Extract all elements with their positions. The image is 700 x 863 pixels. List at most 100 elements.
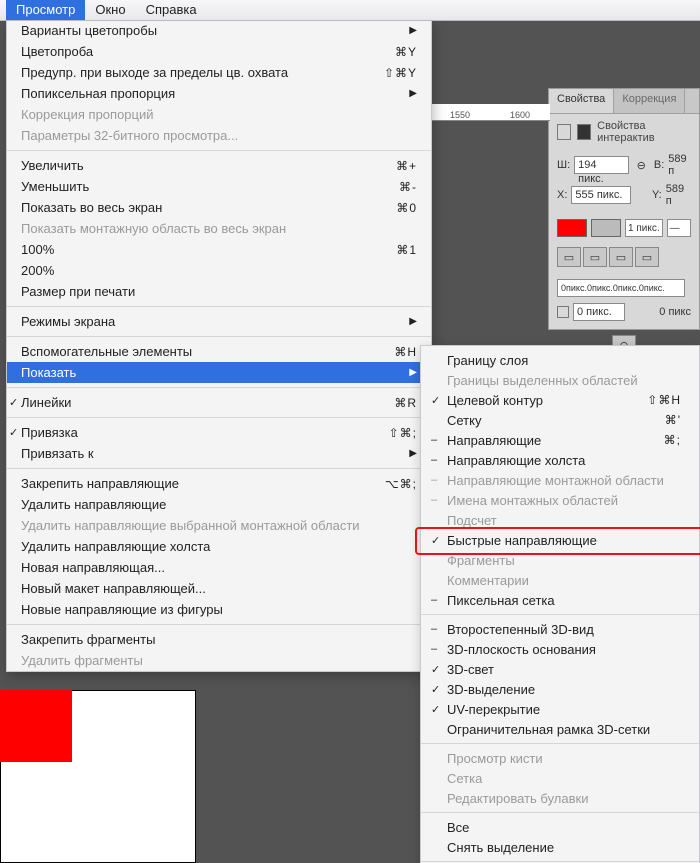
menu-help[interactable]: Справка [136, 0, 207, 20]
red-rectangle-shape[interactable] [0, 690, 72, 762]
menu-view[interactable]: Просмотр [6, 0, 85, 20]
submenu-item-17[interactable]: ✓3D-выделение [421, 679, 699, 699]
menu-item-25[interactable]: Закрепить направляющие⌥⌘; [7, 473, 431, 494]
submenu-item-0[interactable]: Границу слоя [421, 350, 699, 370]
menu-item-12[interactable]: 200% [7, 260, 431, 281]
corner-value-2[interactable]: 0 пикс [659, 306, 691, 318]
menu-label: Фрагменты [447, 553, 681, 568]
align-btn-1[interactable]: ▭ [557, 247, 581, 267]
menu-item-27: Удалить направляющие выбранной монтажной… [7, 515, 431, 536]
menu-label: Размер при печати [21, 284, 417, 299]
width-label: Ш: [557, 159, 570, 171]
menu-item-17[interactable]: Вспомогательные элементы⌘H [7, 341, 431, 362]
menu-item-22[interactable]: ✓Привязка⇧⌘; [7, 422, 431, 443]
live-shape-icon [577, 124, 591, 140]
check-icon: ✓ [431, 394, 440, 407]
stroke-width-select[interactable]: 1 пикс. [625, 219, 663, 237]
tab-correction[interactable]: Коррекция [614, 89, 685, 113]
shortcut: ⌘1 [388, 243, 417, 257]
submenu-item-12[interactable]: –Пиксельная сетка [421, 590, 699, 610]
menu-item-7[interactable]: Увеличить⌘+ [7, 155, 431, 176]
height-value[interactable]: 589 п [668, 153, 691, 177]
shortcut: ⌘Y [387, 45, 417, 59]
menu-label: Коррекция пропорций [21, 107, 417, 122]
submenu-arrow-icon: ▶ [409, 367, 417, 378]
menu-item-29[interactable]: Новая направляющая... [7, 557, 431, 578]
shape-icon [557, 124, 571, 140]
menu-label: 200% [21, 263, 417, 278]
menubar: Просмотр Окно Справка [0, 0, 700, 21]
shortcut: ⌘' [657, 413, 681, 427]
submenu-item-16[interactable]: ✓3D-свет [421, 659, 699, 679]
link-wh-icon[interactable]: ⊖ [633, 159, 650, 172]
submenu-item-14[interactable]: –Второстепенный 3D-вид [421, 619, 699, 639]
menu-item-15[interactable]: Режимы экрана▶ [7, 311, 431, 332]
check-icon: ✓ [431, 663, 440, 676]
show-submenu: Границу слоя Границы выделенных областей ✓… [420, 345, 700, 863]
menu-item-30[interactable]: Новый макет направляющей... [7, 578, 431, 599]
submenu-item-25[interactable]: Все [421, 817, 699, 837]
submenu-item-4[interactable]: –Направляющие⌘; [421, 430, 699, 450]
shortcut: ⌘+ [388, 159, 417, 173]
menu-label: Редактировать булавки [447, 791, 681, 806]
submenu-item-5[interactable]: –Направляющие холста [421, 450, 699, 470]
menu-item-1[interactable]: Цветопроба⌘Y [7, 41, 431, 62]
menu-item-28[interactable]: Удалить направляющие холста [7, 536, 431, 557]
menu-item-11[interactable]: 100%⌘1 [7, 239, 431, 260]
align-btn-3[interactable]: ▭ [609, 247, 633, 267]
tab-properties[interactable]: Свойства [549, 89, 614, 113]
submenu-item-9[interactable]: ✓Быстрые направляющие [421, 530, 699, 550]
menu-item-33[interactable]: Закрепить фрагменты [7, 629, 431, 650]
stroke-style-select[interactable]: — [667, 219, 691, 237]
menu-window[interactable]: Окно [85, 0, 135, 20]
submenu-item-3[interactable]: Сетку⌘' [421, 410, 699, 430]
menu-label: Границы выделенных областей [447, 373, 681, 388]
submenu-item-1: Границы выделенных областей [421, 370, 699, 390]
shortcut: ⌘- [391, 180, 417, 194]
submenu-item-2[interactable]: ✓Целевой контур⇧⌘H [421, 390, 699, 410]
y-value[interactable]: 589 п [666, 183, 691, 207]
shortcut: ⌘; [656, 433, 681, 447]
menu-item-8[interactable]: Уменьшить⌘- [7, 176, 431, 197]
dash-icon: – [431, 594, 437, 606]
view-menu-dropdown: Варианты цветопробы▶Цветопроба⌘YПредупр.… [6, 20, 432, 672]
menu-item-0[interactable]: Варианты цветопробы▶ [7, 20, 431, 41]
menu-item-31[interactable]: Новые направляющие из фигуры [7, 599, 431, 620]
submenu-item-18[interactable]: ✓UV-перекрытие [421, 699, 699, 719]
x-input[interactable]: 555 пикс. [571, 186, 631, 204]
corners-summary[interactable]: 0пикс.0пикс.0пикс.0пикс. [557, 279, 685, 297]
submenu-item-11: Комментарии [421, 570, 699, 590]
height-label: В: [654, 159, 664, 171]
menu-item-9[interactable]: Показать во весь экран⌘0 [7, 197, 431, 218]
stroke-swatch[interactable] [591, 219, 621, 237]
submenu-item-26[interactable]: Снять выделение [421, 837, 699, 857]
menu-label: Попиксельная пропорция [21, 86, 409, 101]
align-btn-4[interactable]: ▭ [635, 247, 659, 267]
menu-label: Режимы экрана [21, 314, 409, 329]
menu-label: Привязка [21, 425, 381, 440]
menu-item-13[interactable]: Размер при печати [7, 281, 431, 302]
menu-label: Удалить направляющие выбранной монтажной… [21, 518, 417, 533]
fill-swatch[interactable] [557, 219, 587, 237]
menu-item-3[interactable]: Попиксельная пропорция▶ [7, 83, 431, 104]
menu-label: Варианты цветопробы [21, 23, 409, 38]
menu-label: Быстрые направляющие [447, 533, 681, 548]
menu-item-20[interactable]: ✓Линейки⌘R [7, 392, 431, 413]
menu-item-26[interactable]: Удалить направляющие [7, 494, 431, 515]
submenu-item-19[interactable]: Ограничительная рамка 3D-сетки [421, 719, 699, 739]
corner-input-1[interactable]: 0 пикс. [573, 303, 625, 321]
submenu-item-15[interactable]: –3D-плоскость основания [421, 639, 699, 659]
menu-item-2[interactable]: Предупр. при выходе за пределы цв. охват… [7, 62, 431, 83]
menu-label: Ограничительная рамка 3D-сетки [447, 722, 681, 737]
menu-item-18[interactable]: Показать▶ [7, 362, 431, 383]
submenu-item-6: –Направляющие монтажной области [421, 470, 699, 490]
width-input[interactable]: 194 пикс. [574, 156, 629, 174]
align-btn-2[interactable]: ▭ [583, 247, 607, 267]
menu-label: Линейки [21, 395, 386, 410]
menu-label: Уменьшить [21, 179, 391, 194]
dash-icon: – [431, 434, 437, 446]
menu-label: Направляющие холста [447, 453, 681, 468]
menu-label: Вспомогательные элементы [21, 344, 386, 359]
panel-tabs: Свойства Коррекция [549, 89, 699, 114]
menu-item-23[interactable]: Привязать к▶ [7, 443, 431, 464]
